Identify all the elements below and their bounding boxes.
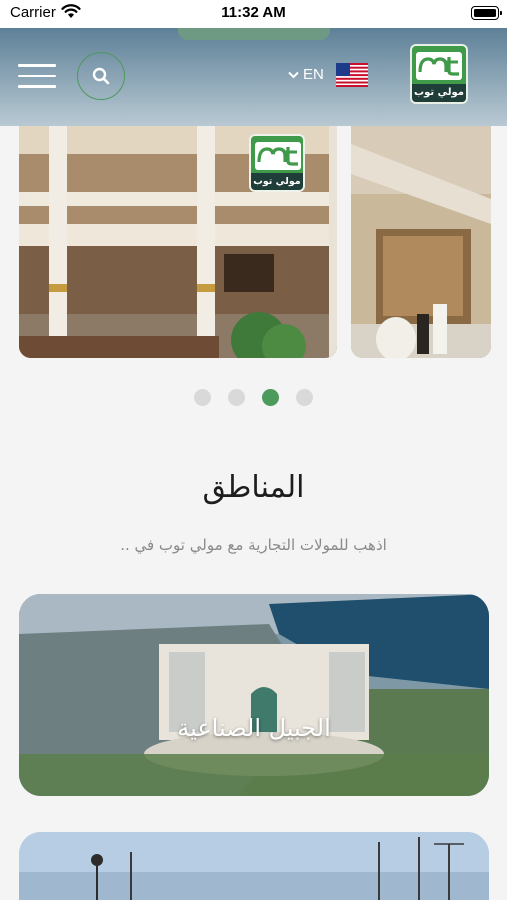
menu-line — [18, 85, 56, 88]
pagination-dot[interactable] — [194, 389, 211, 406]
carousel-slide[interactable] — [351, 114, 491, 358]
logo-mark-icon — [255, 142, 301, 170]
region-card[interactable]: الجبيل الصناعية — [19, 594, 489, 796]
language-label: EN — [303, 66, 324, 83]
pagination-dot-active[interactable] — [262, 389, 279, 406]
carousel-slide[interactable]: مولي توب — [19, 114, 337, 358]
app-screen: Carrier 11:32 AM EN مولي توب مولي توب ال… — [0, 0, 507, 900]
chevron-down-icon — [288, 71, 299, 78]
slide-logo-text: مولي توب — [251, 173, 303, 190]
battery-icon — [471, 6, 502, 20]
search-button[interactable] — [77, 52, 125, 100]
menu-line — [18, 64, 56, 67]
pagination-dot[interactable] — [296, 389, 313, 406]
search-icon — [92, 67, 110, 85]
menu-button[interactable] — [18, 64, 56, 88]
regions-subtitle: اذهب للمولات التجارية مع مولي توب في .. — [120, 536, 387, 554]
region-name: الجبيل الصناعية — [177, 714, 331, 742]
app-logo[interactable]: مولي توب — [410, 44, 468, 104]
pagination-dot[interactable] — [228, 389, 245, 406]
region-image — [19, 832, 489, 900]
logo-text: مولي توب — [412, 84, 466, 102]
mall-storefront-image — [351, 114, 491, 358]
slide-logo: مولي توب — [249, 134, 305, 192]
menu-line — [18, 74, 56, 77]
status-bar: Carrier 11:32 AM — [0, 0, 507, 28]
logo-mark-icon — [416, 52, 462, 80]
carousel-pagination — [194, 389, 313, 406]
regions-title: المناطق — [202, 470, 305, 505]
status-time: 11:32 AM — [221, 4, 286, 21]
language-selector[interactable]: EN — [288, 66, 324, 83]
us-flag-icon[interactable] — [336, 63, 368, 87]
region-card[interactable] — [19, 832, 489, 900]
region-image — [19, 594, 489, 796]
